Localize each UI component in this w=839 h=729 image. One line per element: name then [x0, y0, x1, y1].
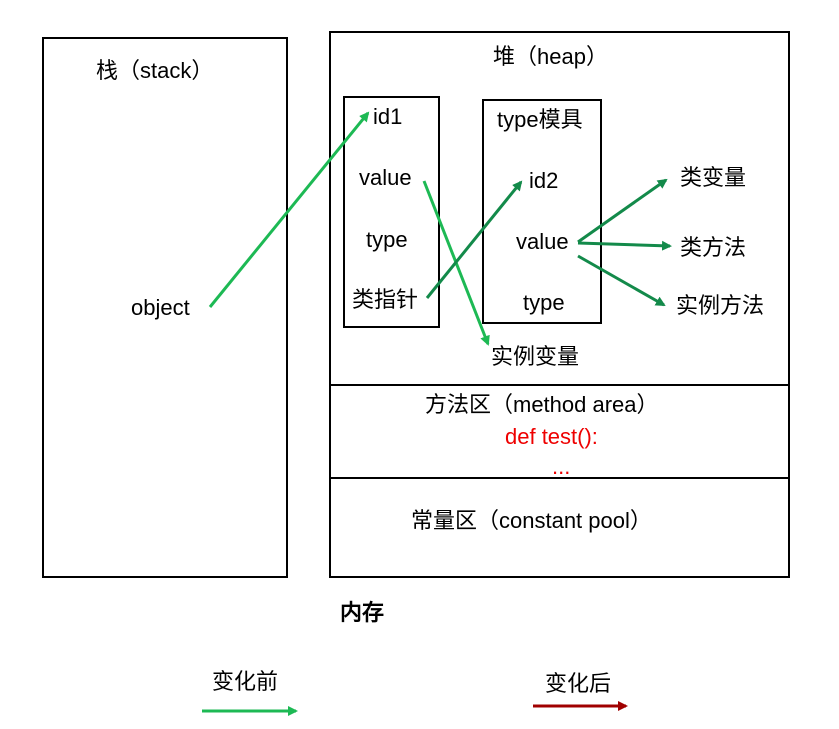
arrow-value-to-class-method	[577, 240, 672, 251]
arrow-object-to-id1	[208, 111, 370, 308]
arrows-layer	[202, 111, 672, 716]
arrow-value-to-class-var	[577, 178, 668, 244]
arrow-class-pointer-to-id2	[425, 180, 523, 299]
arrow-value-to-instance-method	[577, 254, 666, 307]
